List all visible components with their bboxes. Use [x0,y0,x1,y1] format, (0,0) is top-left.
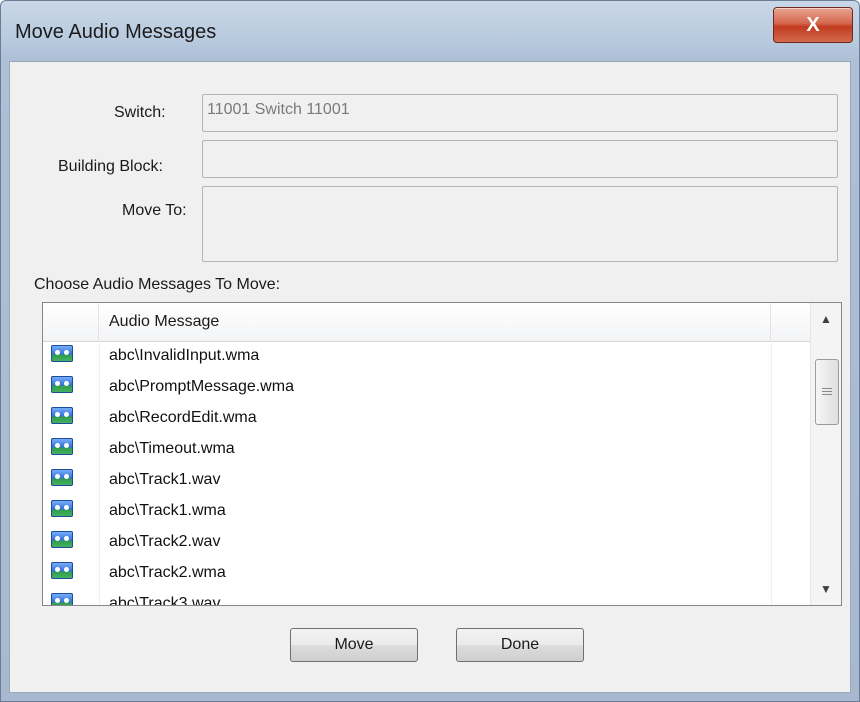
audio-tape-icon [51,438,73,456]
list-item[interactable]: abc\PromptMessage.wma [43,372,811,403]
move-to-field[interactable] [202,186,838,262]
list-item[interactable]: abc\Track2.wma [43,558,811,589]
list-item-label: abc\Timeout.wma [109,440,235,457]
audio-message-column-header[interactable]: Audio Message [99,303,771,341]
list-item-label: abc\PromptMessage.wma [109,378,294,395]
tape-graphic [51,469,73,486]
tape-graphic [51,531,73,548]
close-icon: X [806,13,820,36]
list-item-label: abc\InvalidInput.wma [109,347,260,364]
audio-tape-icon [51,376,73,394]
audio-tape-icon [51,345,73,363]
audio-tape-icon [51,469,73,487]
icon-column-header[interactable] [43,303,99,341]
list-item-label: abc\Track1.wma [109,502,226,519]
list-caption: Choose Audio Messages To Move: [34,276,281,293]
switch-label: Switch: [114,104,166,121]
list-item[interactable]: abc\RecordEdit.wma [43,403,811,434]
audio-message-list[interactable]: Audio Message abc\InvalidInput.wma abc\Pr… [42,302,842,606]
list-rows: abc\InvalidInput.wma abc\PromptMessage.wm… [43,341,811,605]
audio-tape-icon [51,562,73,580]
list-item-label: abc\Track1.wav [109,471,221,488]
tape-graphic [51,438,73,455]
list-item[interactable]: abc\Track2.wav [43,527,811,558]
audio-tape-icon [51,531,73,549]
tape-graphic [51,500,73,517]
building-block-label: Building Block: [58,158,163,175]
building-block-field[interactable] [202,140,838,178]
scroll-thumb[interactable] [815,359,839,425]
list-item[interactable]: abc\Timeout.wma [43,434,811,465]
tape-graphic [51,345,73,362]
list-item[interactable]: abc\InvalidInput.wma [43,341,811,372]
audio-tape-icon [51,407,73,425]
audio-message-column-title: Audio Message [109,313,220,330]
tape-graphic [51,376,73,393]
scroll-down-arrow-icon[interactable]: ▼ [811,573,841,605]
list-item[interactable]: abc\Track1.wav [43,465,811,496]
tape-graphic [51,562,73,579]
list-item[interactable]: abc\Track1.wma [43,496,811,527]
tape-graphic [51,593,73,605]
audio-tape-icon [51,500,73,518]
list-item-label: abc\Track3.wav [109,595,221,605]
dialog-body: Switch: 11001 Switch 11001 Building Bloc… [9,61,851,693]
grip-icon [822,388,832,396]
list-item-label: abc\Track2.wav [109,533,221,550]
switch-field[interactable]: 11001 Switch 11001 [202,94,838,132]
move-button[interactable]: Move [290,628,418,662]
filler-column-header [771,303,811,341]
scroll-up-arrow-icon[interactable]: ▲ [811,303,841,335]
close-button[interactable]: X [773,7,853,43]
list-item-label: abc\Track2.wma [109,564,226,581]
title-bar[interactable]: Move Audio Messages X [1,1,859,63]
move-to-label: Move To: [122,202,187,219]
list-item[interactable]: abc\Track3.wav [43,589,811,605]
window-title: Move Audio Messages [15,21,217,43]
list-item-label: abc\RecordEdit.wma [109,409,257,426]
tape-graphic [51,407,73,424]
vertical-scrollbar[interactable]: ▲ ▼ [810,303,841,605]
audio-tape-icon [51,593,73,605]
list-header: Audio Message [43,303,811,342]
done-button[interactable]: Done [456,628,584,662]
move-audio-messages-dialog: Move Audio Messages X Switch: 11001 Swit… [0,0,860,702]
